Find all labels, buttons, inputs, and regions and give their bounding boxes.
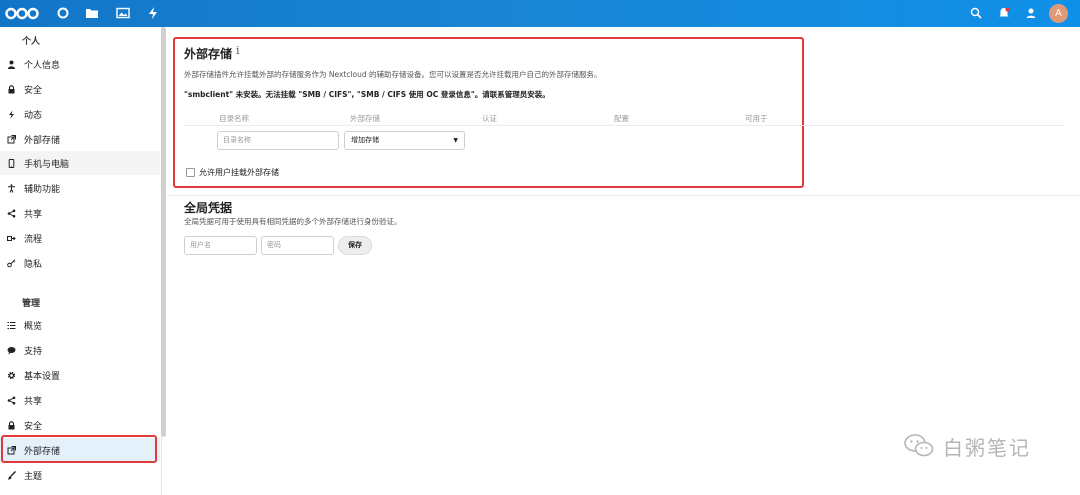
- column-available-for: 可用于: [745, 114, 768, 123]
- global-credentials-description: 全局凭据可用于使用具有相同凭据的多个外部存储进行身份验证。: [184, 217, 402, 226]
- list-icon: [6, 320, 16, 330]
- sidebar-item-label: 外部存储: [24, 135, 61, 146]
- sidebar-item-label: 概览: [24, 321, 43, 332]
- sidebar-item-label: 流程: [24, 234, 43, 245]
- sidebar-item-mobile-desktop[interactable]: 手机与电脑: [0, 151, 160, 175]
- save-button[interactable]: 保存: [338, 236, 372, 255]
- gear-icon: [6, 370, 16, 380]
- global-credentials-title: 全局凭据: [184, 201, 233, 215]
- wechat-icon: [904, 434, 934, 457]
- accessibility-icon: [6, 183, 16, 193]
- sidebar-item-label: 共享: [24, 396, 43, 407]
- sidebar-item-activity[interactable]: 动态: [0, 102, 160, 126]
- sidebar-item-label: 辅助功能: [24, 184, 61, 195]
- folder-name-input[interactable]: 目录名称: [217, 131, 339, 150]
- key-icon: [6, 258, 16, 268]
- sidebar-item-security-admin[interactable]: 安全: [0, 413, 160, 437]
- username-input[interactable]: 用户名: [184, 236, 257, 255]
- brush-icon: [6, 470, 16, 480]
- sidebar-item-label: 个人信息: [24, 60, 61, 71]
- dashboard-icon[interactable]: [56, 6, 70, 20]
- nextcloud-logo-icon[interactable]: [4, 6, 40, 21]
- sidebar-item-external-storage-personal[interactable]: 外部存储: [0, 127, 160, 151]
- allow-user-mount-label[interactable]: 允许用户挂载外部存储: [199, 167, 279, 178]
- add-storage-select[interactable]: 增加存储 ▼: [344, 131, 465, 150]
- column-authentication: 认证: [482, 114, 497, 123]
- external-link-icon: [6, 134, 16, 144]
- sidebar-highlight-box: [1, 435, 157, 463]
- sidebar-scrollbar[interactable]: [161, 27, 166, 437]
- sidebar-item-support[interactable]: 支持: [0, 338, 160, 362]
- watermark-text: 白粥笔记: [943, 435, 1031, 460]
- sidebar-item-label: 安全: [24, 85, 43, 96]
- sidebar-item-label: 动态: [24, 110, 43, 121]
- sidebar-item-label: 基本设置: [24, 371, 61, 382]
- search-icon[interactable]: [969, 6, 983, 20]
- sidebar-item-sharing-personal[interactable]: 共享: [0, 201, 160, 225]
- sidebar-item-security[interactable]: 安全: [0, 77, 160, 101]
- sidebar-item-label: 主题: [24, 471, 43, 482]
- external-storage-title: 外部存储: [184, 47, 233, 61]
- lock-icon: [6, 420, 16, 430]
- sidebar-item-flow[interactable]: 流程: [0, 226, 160, 250]
- sidebar-item-privacy[interactable]: 隐私: [0, 251, 160, 275]
- comment-icon: [6, 345, 16, 355]
- top-header: A: [0, 0, 1080, 27]
- sidebar-item-sharing-admin[interactable]: 共享: [0, 388, 160, 412]
- notifications-icon[interactable]: [997, 6, 1011, 20]
- watermark: 白粥笔记: [903, 430, 1053, 462]
- sidebar-item-label: 手机与电脑: [24, 159, 70, 170]
- sidebar-item-label: 支持: [24, 346, 43, 357]
- sidebar-item-label: 隐私: [24, 259, 43, 270]
- allow-user-mount-checkbox[interactable]: [186, 168, 195, 177]
- table-header-divider: [184, 125, 1064, 126]
- admin-section-caption: 管理: [22, 299, 41, 309]
- sidebar-item-label: 共享: [24, 209, 43, 220]
- column-external-storage: 外部存储: [350, 114, 380, 123]
- sidebar-item-overview[interactable]: 概览: [0, 313, 160, 337]
- sidebar-item-basic-settings[interactable]: 基本设置: [0, 363, 160, 387]
- add-storage-select-value: 增加存储: [351, 136, 379, 144]
- share-icon: [6, 395, 16, 405]
- files-icon[interactable]: [85, 6, 99, 20]
- info-icon[interactable]: i: [236, 44, 240, 57]
- password-input[interactable]: 密码: [261, 236, 334, 255]
- photos-icon[interactable]: [116, 6, 130, 20]
- section-divider: [167, 195, 1080, 196]
- share-icon: [6, 208, 16, 218]
- avatar[interactable]: A: [1049, 4, 1068, 23]
- sidebar-item-theming[interactable]: 主题: [0, 463, 160, 487]
- chevron-down-icon: ▼: [453, 137, 458, 144]
- sidebar-item-label: 安全: [24, 421, 43, 432]
- activity-icon: [6, 109, 16, 119]
- sidebar-item-accessibility[interactable]: 辅助功能: [0, 176, 160, 200]
- lock-icon: [6, 84, 16, 94]
- column-folder-name: 目录名称: [219, 114, 249, 123]
- contacts-icon[interactable]: [1024, 6, 1038, 20]
- sidebar-item-personal-info[interactable]: 个人信息: [0, 52, 160, 76]
- personal-section-caption: 个人: [22, 37, 41, 47]
- user-icon: [6, 59, 16, 69]
- phone-icon: [6, 158, 16, 168]
- activity-icon[interactable]: [146, 6, 160, 20]
- external-storage-description: 外部存储插件允许挂载外部的存储服务作为 Nextcloud 的辅助存储设备。您可…: [184, 70, 602, 79]
- column-configuration: 配置: [614, 114, 629, 123]
- flow-icon: [6, 233, 16, 243]
- smbclient-warning: "smbclient" 未安装。无法挂载 "SMB / CIFS", "SMB …: [184, 90, 550, 99]
